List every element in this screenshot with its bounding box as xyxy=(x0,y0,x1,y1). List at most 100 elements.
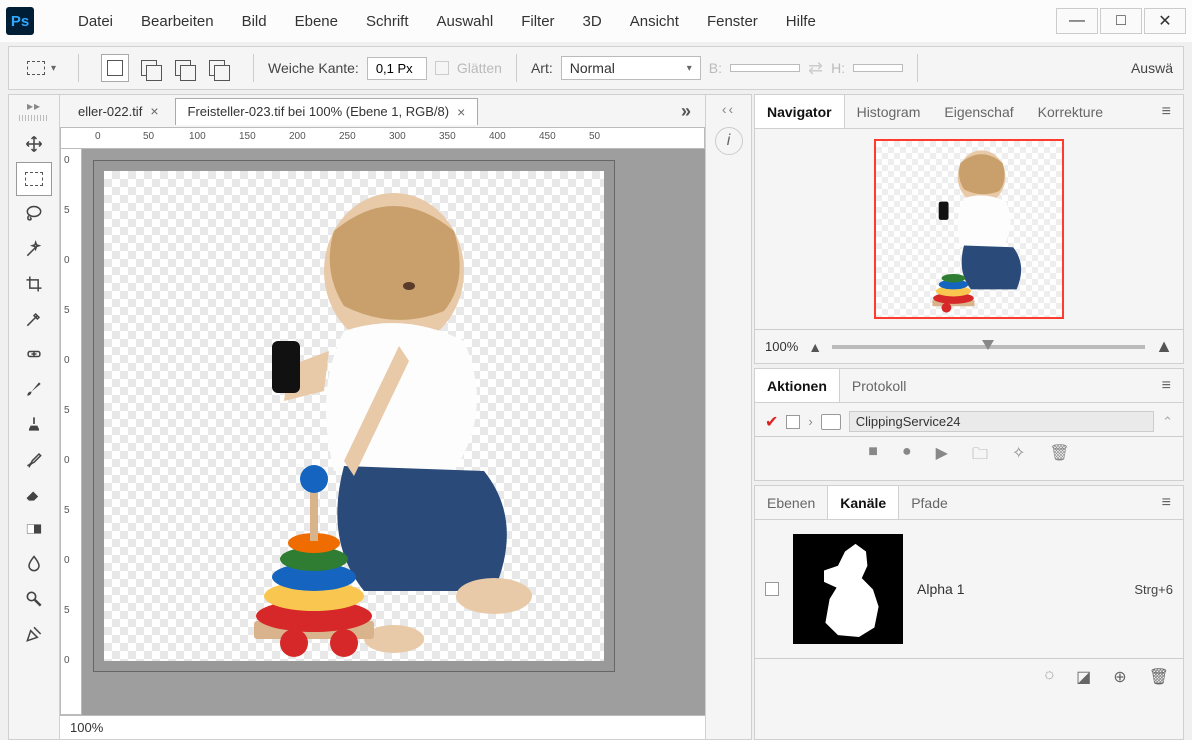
toolbox-expand-icon[interactable]: ▸▸ xyxy=(27,99,41,113)
channel-visibility-toggle[interactable] xyxy=(765,582,779,596)
channel-name[interactable]: Alpha 1 xyxy=(917,581,1120,597)
tab-actions[interactable]: Aktionen xyxy=(755,369,840,402)
feather-label: Weiche Kante: xyxy=(268,60,359,76)
move-tool[interactable] xyxy=(16,127,52,161)
chevron-right-icon[interactable]: › xyxy=(808,414,812,429)
clone-stamp-tool[interactable] xyxy=(16,407,52,441)
scroll-up-icon[interactable]: ⌃ xyxy=(1162,414,1173,430)
action-play-icon[interactable]: ▶ xyxy=(936,443,948,470)
tab-navigator[interactable]: Navigator xyxy=(755,95,845,128)
menu-file[interactable]: Datei xyxy=(64,13,127,30)
height-label: H: xyxy=(831,60,845,76)
selection-add-button[interactable] xyxy=(135,54,163,82)
close-tab-icon[interactable]: × xyxy=(457,104,465,120)
tab-adjustments[interactable]: Korrekture xyxy=(1026,95,1115,128)
document-tab-1[interactable]: eller-022.tif× xyxy=(66,98,171,124)
selection-new-button[interactable] xyxy=(101,54,129,82)
navigator-panel: Navigator Histogram Eigenschaf Korrektur… xyxy=(754,94,1184,364)
action-new-icon[interactable]: ✧ xyxy=(1012,443,1025,470)
menu-select[interactable]: Auswahl xyxy=(423,13,508,30)
menu-3d[interactable]: 3D xyxy=(569,13,616,30)
action-check-icon[interactable]: ✔ xyxy=(765,412,778,432)
eyedropper-tool[interactable] xyxy=(16,302,52,336)
tab-properties[interactable]: Eigenschaf xyxy=(932,95,1025,128)
window-minimize-button[interactable]: — xyxy=(1056,8,1098,34)
zoom-in-icon[interactable]: ▲ xyxy=(1155,336,1173,357)
navigator-thumbnail[interactable] xyxy=(874,139,1064,319)
selection-subtract-button[interactable] xyxy=(169,54,197,82)
action-stop-icon[interactable]: ■ xyxy=(868,443,878,470)
crop-tool[interactable] xyxy=(16,267,52,301)
panel-collapse-icon[interactable]: ‹‹ xyxy=(722,101,735,117)
navigator-zoom-value[interactable]: 100% xyxy=(765,339,798,354)
gradient-tool[interactable] xyxy=(16,512,52,546)
status-bar: 100% xyxy=(60,715,705,739)
collapsed-panel-strip: ‹‹ i xyxy=(706,94,752,740)
action-dialog-toggle[interactable] xyxy=(786,415,800,429)
lasso-tool[interactable] xyxy=(16,197,52,231)
window-maximize-button[interactable]: □ xyxy=(1100,8,1142,34)
delete-channel-icon[interactable]: 🗑 xyxy=(1149,667,1169,687)
menu-help[interactable]: Hilfe xyxy=(772,13,830,30)
dodge-tool[interactable] xyxy=(16,582,52,616)
horizontal-ruler[interactable]: 05010015020025030035040045050 xyxy=(60,127,705,149)
history-brush-tool[interactable] xyxy=(16,442,52,476)
menu-bar: Ps Datei Bearbeiten Bild Ebene Schrift A… xyxy=(0,0,1192,42)
menu-view[interactable]: Ansicht xyxy=(616,13,693,30)
new-channel-icon[interactable]: ⊕ xyxy=(1113,667,1126,687)
document-tab-2[interactable]: Freisteller-023.tif bei 100% (Ebene 1, R… xyxy=(175,98,479,125)
save-selection-icon[interactable]: ◪ xyxy=(1076,667,1091,687)
menu-type[interactable]: Schrift xyxy=(352,13,423,30)
panel-menu-icon[interactable]: ≡ xyxy=(1150,377,1183,395)
app-logo: Ps xyxy=(6,7,34,35)
action-delete-icon[interactable]: 🗑 xyxy=(1049,443,1069,470)
healing-brush-tool[interactable] xyxy=(16,337,52,371)
menu-filter[interactable]: Filter xyxy=(507,13,568,30)
pen-tool[interactable] xyxy=(16,617,52,651)
tool-preset-icon[interactable] xyxy=(27,61,45,75)
panel-menu-icon[interactable]: ≡ xyxy=(1150,494,1183,512)
menu-edit[interactable]: Bearbeiten xyxy=(127,13,228,30)
select-and-mask-button[interactable]: Auswä xyxy=(1131,60,1173,76)
tabs-overflow-icon[interactable]: » xyxy=(673,101,699,122)
close-tab-icon[interactable]: × xyxy=(150,103,158,119)
tab-histogram[interactable]: Histogram xyxy=(845,95,933,128)
tab-layers[interactable]: Ebenen xyxy=(755,486,827,519)
tab-history[interactable]: Protokoll xyxy=(840,369,918,402)
brush-tool[interactable] xyxy=(16,372,52,406)
feather-input[interactable] xyxy=(367,57,427,80)
artboard[interactable] xyxy=(94,161,614,671)
info-panel-icon[interactable]: i xyxy=(715,127,743,155)
vertical-ruler[interactable]: 05050505050 xyxy=(60,149,82,715)
toolbox-grip-icon[interactable] xyxy=(19,115,49,121)
menu-layer[interactable]: Ebene xyxy=(281,13,352,30)
menu-window[interactable]: Fenster xyxy=(693,13,772,30)
width-label: B: xyxy=(709,60,722,76)
menu-image[interactable]: Bild xyxy=(228,13,281,30)
eraser-tool[interactable] xyxy=(16,477,52,511)
load-selection-icon[interactable]: ◌ xyxy=(1045,667,1055,687)
folder-icon xyxy=(821,414,841,430)
window-close-button[interactable]: ✕ xyxy=(1144,8,1186,34)
marquee-tool[interactable] xyxy=(16,162,52,196)
zoom-slider[interactable] xyxy=(832,345,1145,349)
zoom-out-icon[interactable]: ▲ xyxy=(808,339,822,355)
document-area: eller-022.tif× Freisteller-023.tif bei 1… xyxy=(60,94,706,740)
panel-menu-icon[interactable]: ≡ xyxy=(1150,103,1183,121)
selection-intersect-button[interactable] xyxy=(203,54,231,82)
tool-preset-chevron-icon[interactable]: ▾ xyxy=(51,63,56,74)
channel-shortcut: Strg+6 xyxy=(1134,582,1173,597)
action-new-set-icon[interactable]: 🗀 xyxy=(972,443,988,470)
action-set-row[interactable]: ✔ › ClippingService24 ⌃ xyxy=(755,407,1183,436)
action-record-icon[interactable]: ● xyxy=(902,443,912,470)
canvas-stage[interactable] xyxy=(82,149,705,715)
channel-row-alpha1[interactable]: Alpha 1 Strg+6 xyxy=(755,526,1183,652)
action-set-name[interactable]: ClippingService24 xyxy=(849,411,1154,432)
tab-channels[interactable]: Kanäle xyxy=(827,486,899,519)
style-select[interactable]: Normal▾ xyxy=(561,56,701,80)
zoom-level[interactable]: 100% xyxy=(70,720,103,735)
tab-paths[interactable]: Pfade xyxy=(899,486,960,519)
style-label: Art: xyxy=(531,60,553,76)
blur-tool[interactable] xyxy=(16,547,52,581)
magic-wand-tool[interactable] xyxy=(16,232,52,266)
